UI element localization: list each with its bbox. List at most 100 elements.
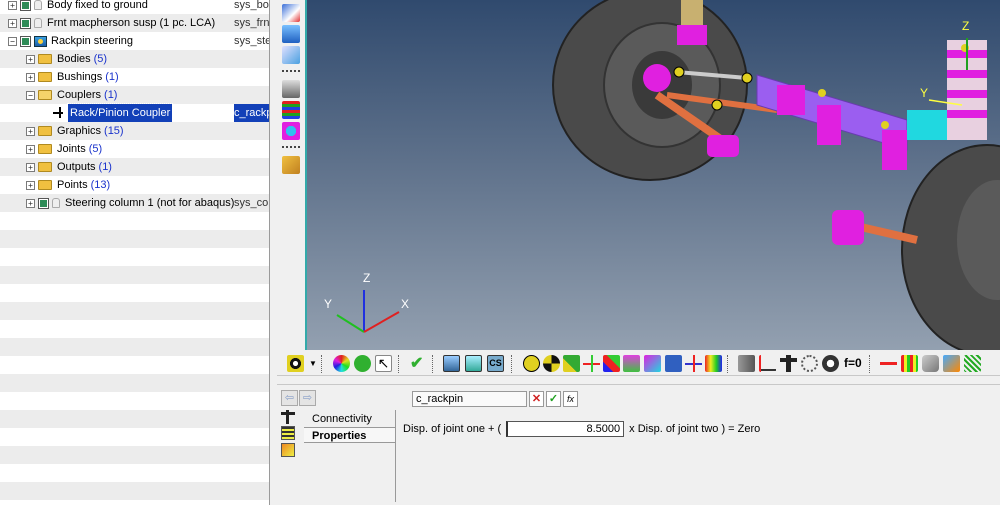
color-icon[interactable] xyxy=(333,355,350,372)
tree-label: Body fixed to ground xyxy=(47,0,148,11)
accept-button[interactable]: ✓ xyxy=(546,391,561,407)
visibility-checkbox[interactable] xyxy=(20,35,31,47)
marker-icon[interactable] xyxy=(583,355,600,372)
analysis-icon[interactable] xyxy=(465,355,482,372)
forward-arrow-icon[interactable]: ⇨ xyxy=(299,390,316,406)
vector-icon[interactable] xyxy=(563,355,580,372)
body-icon[interactable] xyxy=(287,355,304,372)
tree-row-steering-column[interactable]: + Steering column 1 (not for abaqus) sys… xyxy=(0,194,269,212)
collapse-icon[interactable]: − xyxy=(8,36,17,46)
coupler-icon[interactable] xyxy=(780,355,797,372)
run-icon[interactable] xyxy=(354,355,371,372)
item-count: (1) xyxy=(98,161,112,173)
cm-marker xyxy=(881,121,889,129)
tree-label: Bodies xyxy=(57,53,91,65)
model-icon[interactable] xyxy=(282,4,300,22)
expand-icon[interactable]: + xyxy=(26,180,35,190)
assembly-icon[interactable] xyxy=(282,46,300,64)
expand-icon[interactable]: + xyxy=(26,54,35,64)
graphics-panel-icon[interactable] xyxy=(281,443,295,457)
output-icon[interactable] xyxy=(880,355,897,372)
tree-row-joints[interactable]: + Joints (5) xyxy=(0,140,269,158)
tree-row-graphics[interactable]: + Graphics (15) xyxy=(0,122,269,140)
graphics-icon[interactable] xyxy=(623,355,640,372)
suspension-model: Z Y Z Y X xyxy=(324,0,1000,350)
tree-row-bodies[interactable]: + Bodies (5) xyxy=(0,50,269,68)
item-count: (15) xyxy=(104,125,124,137)
check-model-icon[interactable]: ✔ xyxy=(410,355,427,372)
force-icon[interactable] xyxy=(759,355,776,372)
tree-label: Rack/Pinion Coupler xyxy=(66,103,174,123)
tree-row-outputs[interactable]: + Outputs (1) xyxy=(0,158,269,176)
folder-open-icon xyxy=(38,90,52,100)
tree-row-bushings[interactable]: + Bushings (1) xyxy=(0,68,269,86)
visibility-checkbox[interactable] xyxy=(20,17,31,29)
system-icon[interactable] xyxy=(282,25,300,43)
tab-connectivity[interactable]: Connectivity xyxy=(304,411,396,427)
lock-icon xyxy=(34,0,42,10)
sensor-icon[interactable] xyxy=(822,355,839,372)
toolbar-separator xyxy=(321,355,323,373)
tree-row-points[interactable]: + Points (13) xyxy=(0,176,269,194)
entity-name-field[interactable]: c_rackpin xyxy=(412,391,527,407)
expand-icon[interactable]: + xyxy=(26,144,35,154)
coupler-icon[interactable] xyxy=(281,410,295,424)
expand-icon[interactable]: + xyxy=(8,0,17,10)
f-equals-zero-label[interactable]: f=0 xyxy=(844,356,862,370)
empty-row xyxy=(0,356,269,374)
form-icon[interactable] xyxy=(943,355,960,372)
properties-icon[interactable] xyxy=(281,426,295,440)
tree-row-rack-pinion-coupler[interactable]: Rack/Pinion Coupler c_rackp xyxy=(0,103,269,123)
back-arrow-icon[interactable]: ⇦ xyxy=(281,390,298,406)
select-cursor-icon[interactable]: ↖ xyxy=(375,355,392,372)
spring-icon[interactable] xyxy=(738,355,755,372)
point-icon[interactable] xyxy=(523,355,540,372)
tab-properties[interactable]: Properties xyxy=(304,427,396,443)
expression-builder-button[interactable]: fx xyxy=(563,391,578,407)
toolbar-separator xyxy=(398,355,400,373)
cs-icon[interactable]: CS xyxy=(487,355,504,372)
expand-icon[interactable]: + xyxy=(8,18,17,28)
expand-icon[interactable]: + xyxy=(26,162,35,172)
joint-icon[interactable] xyxy=(282,122,300,140)
dataset-icon[interactable] xyxy=(964,355,981,372)
cancel-button[interactable]: ✕ xyxy=(529,391,544,407)
curve-icon[interactable] xyxy=(282,156,300,174)
expand-icon[interactable]: + xyxy=(26,72,35,82)
surface-icon[interactable] xyxy=(665,355,682,372)
point-icon[interactable] xyxy=(282,80,300,98)
empty-row xyxy=(0,482,269,500)
deformable-icon[interactable] xyxy=(685,355,702,372)
folder-icon xyxy=(38,72,52,82)
item-count: (1) xyxy=(104,89,118,101)
visibility-checkbox[interactable] xyxy=(38,197,49,209)
tree-row-body-fixed[interactable]: + Body fixed to ground sys_bo xyxy=(0,0,269,14)
graphics-viewport[interactable]: Z Y Z Y X xyxy=(305,0,1000,350)
lock-icon xyxy=(34,18,42,28)
folder-icon xyxy=(38,144,52,154)
lower-bushing xyxy=(832,210,864,245)
ratio-input[interactable]: 8.5000 xyxy=(506,421,625,437)
contact-icon[interactable] xyxy=(705,355,722,372)
tree-row-couplers[interactable]: − Couplers (1) xyxy=(0,86,269,104)
table-icon[interactable] xyxy=(901,355,918,372)
motion-icon[interactable] xyxy=(801,355,818,372)
triad-x-axis xyxy=(363,311,400,333)
tab-divider xyxy=(395,410,396,502)
expand-icon[interactable]: + xyxy=(26,198,35,208)
system-icon xyxy=(34,35,47,47)
dropdown-arrow-icon[interactable]: ▼ xyxy=(309,355,317,372)
triad-y-axis xyxy=(336,314,365,333)
template-icon[interactable] xyxy=(922,355,939,372)
model-browser: + Body fixed to ground sys_bo + Frnt mac… xyxy=(0,0,270,505)
assembly-icon[interactable] xyxy=(443,355,460,372)
graphics-icon[interactable] xyxy=(282,101,300,119)
tree-row-frnt-macpherson[interactable]: + Frnt macpherson susp (1 pc. LCA) sys_f… xyxy=(0,14,269,32)
joint-axes-icon[interactable] xyxy=(603,355,620,372)
visibility-checkbox[interactable] xyxy=(20,0,31,11)
collapse-icon[interactable]: − xyxy=(26,90,35,100)
body-marker-icon[interactable] xyxy=(543,355,560,372)
tree-row-rackpin-steering[interactable]: − Rackpin steering sys_ste xyxy=(0,32,269,50)
bushing-icon[interactable] xyxy=(644,355,661,372)
expand-icon[interactable]: + xyxy=(26,126,35,136)
